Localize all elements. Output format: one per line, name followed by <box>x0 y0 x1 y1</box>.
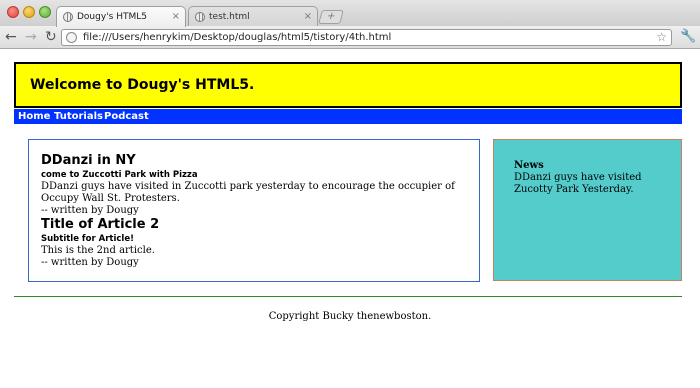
site-title: Welcome to Dougy's HTML5. <box>30 77 255 93</box>
articles-section: DDanzi in NY come to Zuccotti Park with … <box>28 139 480 282</box>
nav-tutorials-link[interactable]: Tutorials <box>54 109 103 124</box>
article-subtitle: come to Zuccotti Park with Pizza <box>41 170 198 180</box>
close-window-button[interactable] <box>7 6 19 18</box>
close-tab-icon[interactable]: × <box>172 7 180 27</box>
tab-test-html[interactable]: test.html × <box>188 6 318 27</box>
article-2: Title of Article 2 Subtitle for Article!… <box>41 217 479 269</box>
article-title: DDanzi in NY <box>41 153 136 168</box>
address-bar[interactable]: file:///Users/henrykim/Desktop/douglas/h… <box>61 29 672 46</box>
reload-icon[interactable]: ↻ <box>45 29 57 45</box>
site-footer: Copyright Bucky thenewboston. <box>268 311 432 322</box>
tab-title: Dougy's HTML5 <box>77 12 147 22</box>
site-header: Welcome to Dougy's HTML5. <box>14 62 682 108</box>
star-icon[interactable]: ☆ <box>656 30 667 45</box>
page-content: Welcome to Dougy's HTML5. Home Tutorials… <box>0 50 700 388</box>
nav-podcast-link[interactable]: Podcast <box>104 109 149 124</box>
page-icon <box>66 32 77 43</box>
globe-icon <box>195 12 205 22</box>
news-title: News <box>514 160 544 171</box>
news-body: DDanzi guys have visited Zucotty Park Ye… <box>514 172 642 195</box>
globe-icon <box>63 12 73 22</box>
article-body: DDanzi guys have visited in Zuccotti par… <box>41 181 455 204</box>
article-footer: -- written by Dougy <box>41 257 139 268</box>
nav-home-link[interactable]: Home <box>18 109 50 124</box>
article-1: DDanzi in NY come to Zuccotti Park with … <box>41 153 479 217</box>
article-body: This is the 2nd article. <box>41 245 155 256</box>
forward-arrow-icon[interactable]: → <box>25 29 37 45</box>
tab-title: test.html <box>209 12 250 22</box>
browser-toolbar: ← → ↻ file:///Users/henrykim/Desktop/dou… <box>0 26 700 49</box>
article-footer: -- written by Dougy <box>41 205 139 216</box>
footer-divider <box>14 296 682 297</box>
new-tab-button[interactable]: + <box>318 10 344 24</box>
tab-dougys-html5[interactable]: Dougy's HTML5 × <box>56 6 186 27</box>
article-subtitle: Subtitle for Article! <box>41 234 134 244</box>
zoom-window-button[interactable] <box>39 6 51 18</box>
close-tab-icon[interactable]: × <box>304 7 312 27</box>
minimize-window-button[interactable] <box>23 6 35 18</box>
article-title: Title of Article 2 <box>41 217 160 232</box>
wrench-icon[interactable]: 🔧 <box>680 29 696 44</box>
news-sidebar: News DDanzi guys have visited Zucotty Pa… <box>493 139 682 281</box>
tab-strip: Dougy's HTML5 × test.html × + <box>0 0 700 27</box>
back-arrow-icon[interactable]: ← <box>5 29 17 45</box>
url-text[interactable]: file:///Users/henrykim/Desktop/douglas/h… <box>83 30 391 45</box>
site-nav: Home Tutorials Podcast <box>14 109 682 124</box>
